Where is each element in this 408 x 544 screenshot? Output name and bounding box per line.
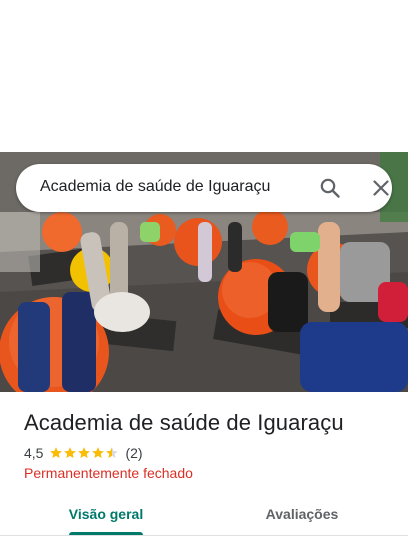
tab-overview[interactable]: Visão geral bbox=[4, 494, 208, 536]
star-icon bbox=[106, 447, 119, 458]
map-area-blank bbox=[0, 0, 408, 152]
star-icon bbox=[64, 447, 77, 458]
star-icon bbox=[50, 447, 63, 458]
review-count[interactable]: (2) bbox=[125, 445, 142, 461]
search-input[interactable]: Academia de saúde de Iguaraçu bbox=[40, 178, 290, 196]
tab-bar: Visão geral Avaliações bbox=[0, 494, 408, 536]
tab-reviews[interactable]: Avaliações bbox=[200, 494, 404, 536]
place-title: Academia de saúde de Iguaraçu bbox=[24, 410, 344, 435]
active-tab-indicator bbox=[69, 532, 143, 535]
rating-row[interactable]: 4,5 (2) bbox=[24, 444, 143, 462]
close-icon[interactable] bbox=[369, 176, 393, 200]
star-icon bbox=[92, 447, 105, 458]
business-status: Permanentemente fechado bbox=[24, 465, 193, 481]
search-icon[interactable] bbox=[318, 176, 342, 200]
star-icon bbox=[78, 447, 91, 458]
search-box[interactable]: Academia de saúde de Iguaraçu bbox=[16, 164, 392, 212]
rating-value: 4,5 bbox=[24, 445, 44, 461]
rating-stars bbox=[49, 446, 119, 460]
